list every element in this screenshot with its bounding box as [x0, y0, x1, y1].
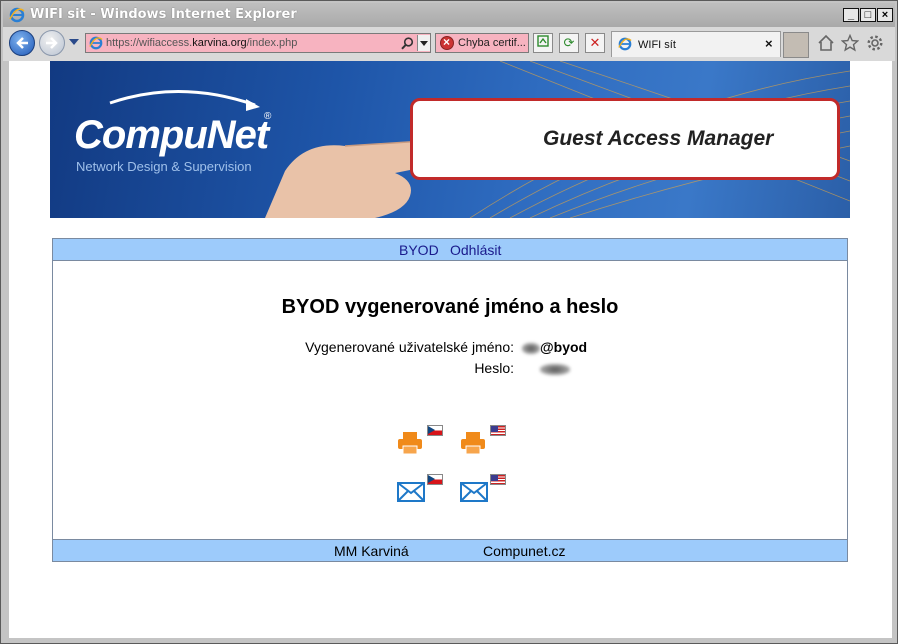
- refresh-button[interactable]: ⟳: [559, 33, 579, 53]
- page-content: CompuNet ® Network Design & Supervision …: [9, 61, 892, 638]
- back-arrow-icon: [16, 37, 28, 49]
- compunet-logo: CompuNet: [74, 113, 269, 157]
- home-icon[interactable]: [817, 34, 835, 52]
- nav-bar: BYOD Odhlásit: [53, 239, 847, 261]
- url-domain: karvina.org: [192, 37, 247, 49]
- printer-icon: [461, 432, 485, 455]
- url-suffix: /index.php: [246, 37, 298, 49]
- email-czech-button[interactable]: [397, 474, 445, 508]
- close-button[interactable]: ×: [877, 8, 893, 22]
- forward-button[interactable]: [39, 30, 65, 56]
- tab-title: WIFI sít: [638, 39, 676, 51]
- envelope-icon: [460, 482, 488, 502]
- nav-link-byod[interactable]: BYOD: [399, 242, 439, 258]
- email-english-button[interactable]: [460, 474, 508, 508]
- footer-left-text: MM Karviná: [334, 543, 409, 559]
- address-bar[interactable]: https://wifiaccess.karvina.org/index.php: [85, 33, 431, 53]
- ie-logo-icon: [9, 7, 25, 23]
- password-label: Heslo:: [474, 360, 514, 376]
- search-icon[interactable]: [401, 37, 414, 50]
- redacted-password: [540, 363, 570, 375]
- window-title: WIFI sit - Windows Internet Explorer: [30, 7, 297, 22]
- main-panel: BYOD Odhlásit BYOD vygenerované jméno a …: [52, 238, 848, 562]
- footer-bar: MM Karviná Compunet.cz: [53, 539, 847, 561]
- favorites-star-icon[interactable]: [841, 34, 859, 52]
- us-flag-icon: [490, 474, 506, 485]
- header-banner: CompuNet ® Network Design & Supervision …: [50, 61, 850, 218]
- browser-window: WIFI sit - Windows Internet Explorer _ □…: [0, 0, 898, 644]
- username-value: @byod: [522, 339, 587, 355]
- printer-icon: [398, 432, 422, 455]
- username-suffix: @byod: [540, 339, 588, 355]
- nav-link-logout[interactable]: Odhlásit: [450, 242, 501, 258]
- logo-tagline: Network Design & Supervision: [76, 159, 252, 174]
- certificate-error-button[interactable]: Chyba certif...: [435, 33, 529, 53]
- recent-pages-dropdown[interactable]: [69, 39, 79, 45]
- compatibility-view-button[interactable]: [533, 33, 553, 53]
- address-dropdown-button[interactable]: [417, 35, 430, 51]
- czech-flag-icon: [427, 474, 443, 485]
- compatibility-icon: [537, 35, 549, 47]
- envelope-icon: [397, 482, 425, 502]
- footer-link-compunet[interactable]: Compunet.cz: [483, 543, 565, 559]
- certificate-error-text: Chyba certif...: [458, 37, 526, 49]
- print-czech-button[interactable]: [397, 425, 445, 459]
- url-prefix: https://wifiaccess.: [106, 37, 193, 49]
- new-tab-button[interactable]: [783, 32, 809, 58]
- title-bar: WIFI sit - Windows Internet Explorer _ □…: [3, 3, 895, 27]
- minimize-button[interactable]: _: [843, 8, 859, 22]
- forward-arrow-icon: [46, 37, 58, 49]
- ie-tab-icon: [618, 37, 632, 51]
- ie-page-icon: [89, 36, 103, 50]
- password-value: [540, 360, 570, 376]
- us-flag-icon: [490, 425, 506, 436]
- url-text: https://wifiaccess.karvina.org/index.php: [106, 37, 297, 49]
- maximize-button[interactable]: □: [860, 8, 876, 22]
- username-label: Vygenerované uživatelské jméno:: [305, 339, 514, 355]
- redacted-username: [522, 342, 540, 354]
- stop-button[interactable]: ✕: [585, 33, 605, 53]
- shield-error-icon: [440, 35, 454, 50]
- product-title: Guest Access Manager: [543, 127, 774, 150]
- gear-icon[interactable]: [866, 34, 884, 52]
- browser-toolbar: https://wifiaccess.karvina.org/index.php…: [3, 27, 895, 61]
- page-heading: BYOD vygenerované jméno a heslo: [281, 296, 619, 318]
- print-english-button[interactable]: [460, 425, 508, 459]
- tab-wifi-sit[interactable]: WIFI sít ×: [611, 31, 781, 57]
- tab-close-button[interactable]: ×: [765, 36, 773, 51]
- czech-flag-icon: [427, 425, 443, 436]
- product-title-box: Guest Access Manager: [410, 98, 840, 180]
- back-button[interactable]: [9, 30, 35, 56]
